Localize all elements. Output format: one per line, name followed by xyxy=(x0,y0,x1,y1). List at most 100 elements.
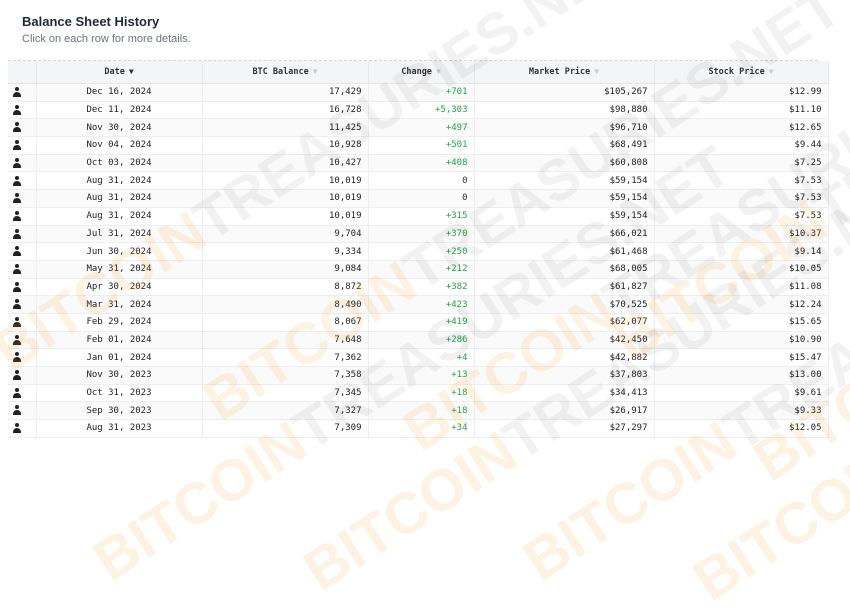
stock-price-column-header[interactable]: Stock Price ▼ xyxy=(654,61,829,84)
market-price-column-header[interactable]: Market Price ▼ xyxy=(474,61,655,84)
market-price-cell: $60,808 xyxy=(474,154,655,173)
table-row[interactable]: Aug 31, 2024 10,019 0 $59,154 $7.53 xyxy=(8,171,829,191)
person-icon-cell xyxy=(8,331,37,350)
table-row[interactable]: Sep 30, 2023 7,327 +18 $26,917 $9.33 xyxy=(8,401,829,421)
btc-balance-cell: 7,648 xyxy=(202,331,369,350)
date-cell: Nov 30, 2023 xyxy=(36,366,203,385)
table-row[interactable]: Dec 16, 2024 17,429 +701 $105,267 $12.99 xyxy=(8,83,829,102)
person-icon xyxy=(12,423,22,434)
person-icon-cell xyxy=(8,154,37,173)
stock-price-cell: $9.33 xyxy=(654,401,829,421)
person-icon xyxy=(12,87,22,98)
stock-price-cell: $15.65 xyxy=(654,313,829,332)
table-row[interactable]: Aug 31, 2023 7,309 +34 $27,297 $12.05 xyxy=(8,419,829,438)
market-price-cell: $61,827 xyxy=(474,278,655,297)
stock-price-cell: $10.90 xyxy=(654,331,829,350)
date-cell: Feb 29, 2024 xyxy=(36,313,203,332)
change-cell: +501 xyxy=(368,136,475,155)
table-row[interactable]: Aug 31, 2024 10,019 0 $59,154 $7.53 xyxy=(8,189,829,208)
market-price-cell: $59,154 xyxy=(474,171,655,191)
btc-balance-cell: 8,067 xyxy=(202,313,369,332)
person-icon xyxy=(12,122,22,133)
date-cell: Jun 30, 2024 xyxy=(36,242,203,261)
btc-balance-cell: 9,084 xyxy=(202,260,369,279)
table-row[interactable]: Nov 30, 2024 11,425 +497 $96,710 $12.65 xyxy=(8,118,829,138)
person-icon xyxy=(12,281,22,292)
chevron-down-icon: ▼ xyxy=(435,67,441,76)
table-row[interactable]: Feb 01, 2024 7,648 +286 $42,450 $10.90 xyxy=(8,331,829,350)
table-row[interactable]: Feb 29, 2024 8,067 +419 $62,077 $15.65 xyxy=(8,313,829,332)
change-cell: +286 xyxy=(368,331,475,350)
change-cell: +497 xyxy=(368,118,475,138)
btc-balance-cell: 16,728 xyxy=(202,101,369,120)
btc-balance-cell: 10,019 xyxy=(202,207,369,226)
stock-price-cell: $12.65 xyxy=(654,118,829,138)
table-row[interactable]: Aug 31, 2024 10,019 +315 $59,154 $7.53 xyxy=(8,207,829,226)
table-row[interactable]: Nov 04, 2024 10,928 +501 $68,491 $9.44 xyxy=(8,136,829,155)
table-row[interactable]: May 31, 2024 9,084 +212 $68,005 $10.05 xyxy=(8,260,829,279)
stock-price-cell: $13.00 xyxy=(654,366,829,385)
btc-balance-cell: 11,425 xyxy=(202,118,369,138)
date-cell: Feb 01, 2024 xyxy=(36,331,203,350)
table-row[interactable]: Jul 31, 2024 9,704 +370 $66,021 $10.37 xyxy=(8,225,829,244)
date-cell: Oct 03, 2024 xyxy=(36,154,203,173)
change-cell: +701 xyxy=(368,83,475,102)
stock-price-cell: $11.08 xyxy=(654,278,829,297)
market-price-cell: $37,803 xyxy=(474,366,655,385)
person-icon xyxy=(12,317,22,328)
person-icon xyxy=(12,140,22,151)
table-row[interactable]: Jun 30, 2024 9,334 +250 $61,468 $9.14 xyxy=(8,242,829,261)
section-subtitle: Click on each row for more details. xyxy=(22,33,191,45)
person-icon-cell xyxy=(8,118,37,138)
table-row[interactable]: Dec 11, 2024 16,728 +5,303 $98,880 $11.10 xyxy=(8,101,829,120)
table-row[interactable]: Nov 30, 2023 7,358 +13 $37,803 $13.00 xyxy=(8,366,829,385)
btc-balance-cell: 7,358 xyxy=(202,366,369,385)
person-icon-cell xyxy=(8,101,37,120)
person-icon-cell xyxy=(8,83,37,102)
btc-balance-cell: 9,334 xyxy=(202,242,369,261)
person-icon xyxy=(12,263,22,274)
change-column-header[interactable]: Change ▼ xyxy=(368,61,475,84)
table-body: Dec 16, 2024 17,429 +701 $105,267 $12.99 Dec … xyxy=(8,83,829,438)
person-icon xyxy=(12,352,22,363)
btc-balance-column-header[interactable]: BTC Balance ▼ xyxy=(202,61,369,84)
change-cell: +419 xyxy=(368,313,475,332)
chevron-down-icon: ▼ xyxy=(128,67,134,76)
btc-balance-cell: 10,019 xyxy=(202,189,369,208)
section-title: Balance Sheet History xyxy=(22,14,160,29)
btc-balance-cell: 10,928 xyxy=(202,136,369,155)
btc-balance-cell: 10,427 xyxy=(202,154,369,173)
stock-price-cell: $15.47 xyxy=(654,348,829,367)
balance-sheet-table: Date ▼ BTC Balance ▼ Change ▼ Market Price ▼… xyxy=(8,61,829,438)
change-cell: +34 xyxy=(368,419,475,438)
table-row[interactable]: Mar 31, 2024 8,490 +423 $70,525 $12.24 xyxy=(8,295,829,314)
btc-balance-cell: 7,362 xyxy=(202,348,369,367)
person-icon-cell xyxy=(8,401,37,421)
btc-balance-cell: 9,704 xyxy=(202,225,369,244)
date-cell: Mar 31, 2024 xyxy=(36,295,203,314)
person-icon xyxy=(12,246,22,257)
date-cell: Nov 04, 2024 xyxy=(36,136,203,155)
table-row[interactable]: Jan 01, 2024 7,362 +4 $42,882 $15.47 xyxy=(8,348,829,367)
person-icon xyxy=(12,405,22,416)
stock-price-cell: $9.14 xyxy=(654,242,829,261)
person-icon xyxy=(12,228,22,239)
table-row[interactable]: Apr 30, 2024 8,872 +382 $61,827 $11.08 xyxy=(8,278,829,297)
date-cell: Jul 31, 2024 xyxy=(36,225,203,244)
market-price-cell: $105,267 xyxy=(474,83,655,102)
change-cell: +212 xyxy=(368,260,475,279)
date-column-header[interactable]: Date ▼ xyxy=(36,61,203,84)
market-price-cell: $68,005 xyxy=(474,260,655,279)
btc-balance-cell: 8,490 xyxy=(202,295,369,314)
stock-price-cell: $10.37 xyxy=(654,225,829,244)
change-cell: +4 xyxy=(368,348,475,367)
person-icon xyxy=(12,157,22,168)
table-row[interactable]: Oct 31, 2023 7,345 +18 $34,413 $9.61 xyxy=(8,384,829,403)
market-price-cell: $96,710 xyxy=(474,118,655,138)
table-row[interactable]: Oct 03, 2024 10,427 +408 $60,808 $7.25 xyxy=(8,154,829,173)
stock-price-cell: $7.53 xyxy=(654,171,829,191)
stock-price-cell: $7.25 xyxy=(654,154,829,173)
market-price-cell: $59,154 xyxy=(474,189,655,208)
person-icon xyxy=(12,104,22,115)
person-icon-cell xyxy=(8,295,37,314)
